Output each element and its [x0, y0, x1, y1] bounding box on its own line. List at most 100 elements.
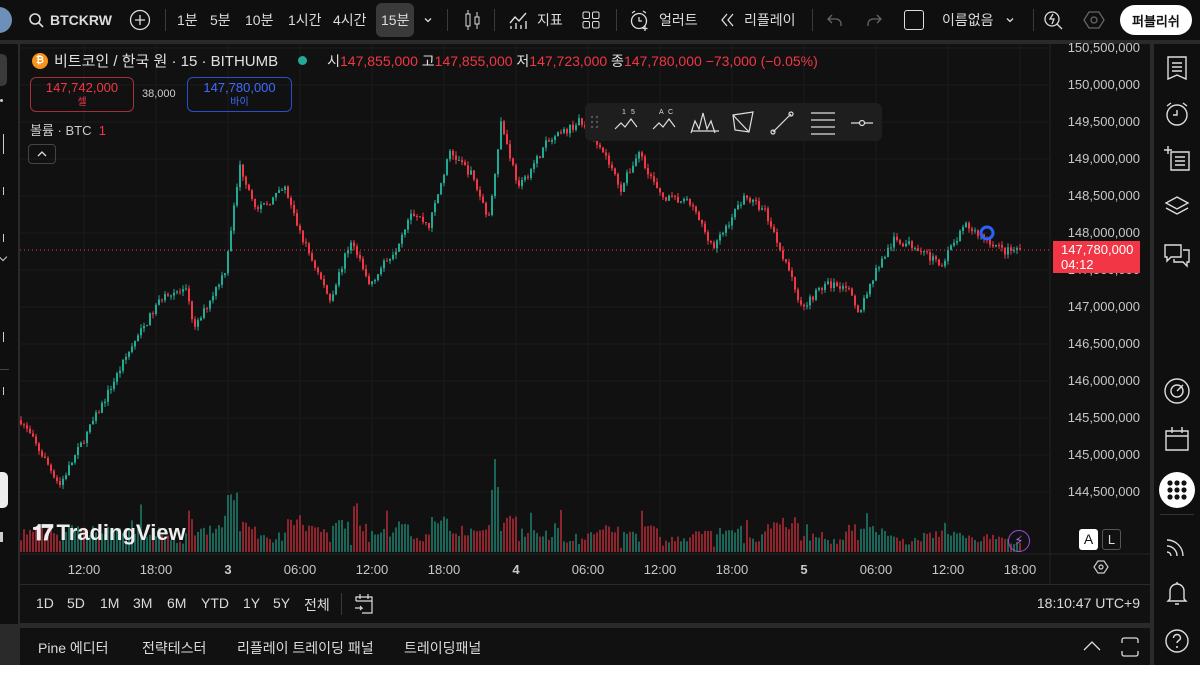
- watchlist-icon[interactable]: [1163, 54, 1191, 82]
- symbol-title[interactable]: 비트코인 / 한국 원 · 15 · BITHUMB: [54, 50, 278, 71]
- clock-timezone[interactable]: 18:10:47 UTC+9: [1037, 595, 1140, 611]
- tab-replay-trading-panel[interactable]: 리플레이 트레이딩 패널: [237, 638, 374, 658]
- trend-line-icon[interactable]: [770, 111, 794, 135]
- candle-body: [623, 183, 625, 192]
- interval-15m-active[interactable]: 15분: [376, 3, 415, 37]
- candle-body: [617, 174, 619, 185]
- lightning-icon[interactable]: ⚡: [1008, 530, 1030, 552]
- candle-body: [566, 129, 568, 134]
- trend-line-tool[interactable]: [0, 99, 3, 102]
- volume-bar: [749, 537, 751, 552]
- range-all[interactable]: 전체: [304, 595, 330, 615]
- prediction-tool[interactable]: [0, 234, 4, 242]
- range-1y[interactable]: 1Y: [243, 595, 260, 611]
- volume-bar: [830, 543, 832, 552]
- interval-5m[interactable]: 5분: [210, 0, 231, 40]
- candle-body: [137, 335, 139, 342]
- indicators-button[interactable]: 지표: [508, 0, 563, 40]
- signal-stream-icon[interactable]: [1163, 532, 1191, 560]
- range-1d[interactable]: 1D: [36, 595, 54, 611]
- candles-icon: [465, 10, 480, 30]
- axis-settings-button[interactable]: [1093, 559, 1109, 580]
- sell-button[interactable]: 147,742,000 셀: [30, 77, 134, 112]
- range-6m[interactable]: 6M: [167, 595, 186, 611]
- bitcoin-logo-icon: ₿: [32, 52, 48, 69]
- range-ytd[interactable]: YTD: [201, 595, 229, 611]
- volume-bar: [842, 539, 844, 552]
- candle-body: [791, 270, 793, 277]
- brush-tool[interactable]: [0, 252, 8, 262]
- candle-body: [521, 179, 523, 187]
- volume-bar: [188, 510, 190, 552]
- collapse-legend-button[interactable]: [28, 144, 56, 164]
- drag-handle-icon[interactable]: [590, 115, 599, 129]
- chart-type-button[interactable]: [463, 0, 483, 40]
- measure-tool[interactable]: [0, 387, 4, 395]
- lock-tool[interactable]: [0, 532, 3, 542]
- avatar[interactable]: [0, 0, 12, 40]
- volume-bar: [557, 527, 559, 552]
- chat-icon[interactable]: [1163, 241, 1191, 269]
- alert-button[interactable]: 얼러트: [629, 0, 698, 40]
- compare-add-button[interactable]: [129, 0, 151, 40]
- bell-icon[interactable]: [1163, 579, 1191, 607]
- parallel-lines-icon[interactable]: [811, 112, 835, 135]
- range-3m[interactable]: 3M: [133, 595, 152, 611]
- interval-1h[interactable]: 1시간: [288, 0, 322, 40]
- magnet-tool-active[interactable]: [0, 472, 8, 508]
- crosshair-tool[interactable]: [0, 54, 7, 86]
- interval-dropdown[interactable]: [422, 0, 434, 40]
- text-tool[interactable]: [0, 332, 4, 342]
- buy-button[interactable]: 147,780,000 바이: [187, 77, 292, 112]
- volume-bar: [617, 526, 619, 552]
- horizontal-ray-icon[interactable]: [851, 119, 873, 127]
- tab-pine-editor[interactable]: Pine 에디터: [38, 638, 109, 658]
- tab-strategy-tester[interactable]: 전략테스터: [142, 638, 206, 658]
- interval-1m[interactable]: 1분: [177, 0, 198, 40]
- speedometer-icon[interactable]: [1163, 377, 1191, 405]
- layouts-button[interactable]: [582, 0, 600, 40]
- range-5d[interactable]: 5D: [67, 595, 85, 611]
- publish-button[interactable]: 퍼블리쉬: [1120, 5, 1192, 35]
- chart-pane[interactable]: ₿ 비트코인 / 한국 원 · 15 · BITHUMB 시147,855,00…: [20, 40, 1150, 584]
- range-1m[interactable]: 1M: [100, 595, 119, 611]
- pattern-tool[interactable]: [0, 187, 4, 195]
- candle-body: [842, 286, 844, 289]
- interval-10m[interactable]: 10분: [245, 0, 273, 40]
- layout-save-checkbox[interactable]: [904, 0, 924, 40]
- head-shoulders-icon[interactable]: [690, 112, 719, 134]
- go-to-date-button[interactable]: [354, 593, 374, 618]
- maximize-panel-button[interactable]: [1120, 637, 1140, 660]
- calendar-icon[interactable]: [1163, 425, 1191, 453]
- volume-bar: [923, 532, 925, 552]
- auto-scale-button[interactable]: A: [1079, 529, 1098, 550]
- xabcd-pattern-icon[interactable]: [732, 111, 754, 133]
- symbol-search-button[interactable]: BTCKRW: [28, 0, 112, 40]
- alarm-clock-icon[interactable]: [1163, 100, 1191, 128]
- range-5y[interactable]: 5Y: [273, 595, 290, 611]
- fib-tool[interactable]: [0, 134, 4, 154]
- log-scale-button[interactable]: L: [1102, 529, 1121, 550]
- layers-icon[interactable]: [1163, 193, 1191, 221]
- interval-4h[interactable]: 4시간: [333, 0, 367, 40]
- elliott-impulse-icon[interactable]: 15: [614, 109, 638, 130]
- candle-body: [290, 197, 292, 205]
- elliott-correction-icon[interactable]: AC: [652, 109, 676, 130]
- layout-name-dropdown[interactable]: 이름없음: [942, 0, 1016, 40]
- settings-button[interactable]: [1083, 0, 1105, 40]
- volume-bar: [521, 528, 523, 552]
- volume-bar: [428, 534, 430, 552]
- volume-bar: [584, 539, 586, 552]
- redo-button[interactable]: [866, 0, 882, 40]
- news-plus-icon[interactable]: [1163, 145, 1191, 173]
- publish-label: 퍼블리쉬: [1132, 13, 1180, 29]
- quick-search-button[interactable]: [1043, 0, 1065, 40]
- expand-panel-button[interactable]: [1082, 639, 1102, 656]
- more-apps-button[interactable]: [1159, 472, 1195, 508]
- volume-bar: [857, 539, 859, 552]
- volume-bar: [995, 539, 997, 552]
- help-icon[interactable]: [1163, 626, 1191, 654]
- undo-button[interactable]: [827, 0, 843, 40]
- replay-button[interactable]: 리플레이: [720, 0, 796, 40]
- tab-trading-panel[interactable]: 트레이딩패널: [404, 638, 481, 658]
